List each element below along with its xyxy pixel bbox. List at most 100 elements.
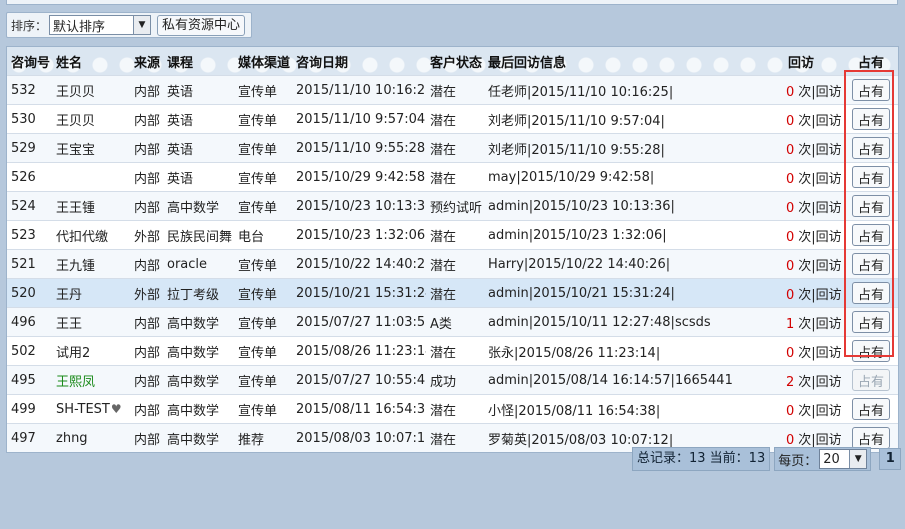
own-button[interactable]: 占有 xyxy=(852,398,890,420)
table-row[interactable]: 499 SH-TEST♥ 内部 高中数学 宣传单 2015/08/11 16:54:38 潜… xyxy=(7,394,898,423)
cell-name-text: 王宝宝 xyxy=(56,142,96,158)
cell-name-text: 试用2 xyxy=(56,345,91,361)
cell-last-visit: Harry|2015/10/22 14:40:26| xyxy=(488,256,671,272)
visit-count: 0 xyxy=(786,142,795,158)
table-row[interactable]: 520 王丹 外部 拉丁考级 宣传单 2015/10/21 15:31:24 潜在 admin… xyxy=(7,278,898,307)
visit-link[interactable]: 次|回访 xyxy=(798,114,841,129)
visit-link[interactable]: 次|回访 xyxy=(798,143,841,158)
own-button[interactable]: 占有 xyxy=(852,253,890,275)
visit-link[interactable]: 次|回访 xyxy=(798,404,841,419)
cell-source: 内部 xyxy=(134,113,161,129)
visit-link[interactable]: 次|回访 xyxy=(798,433,841,448)
chevron-down-icon[interactable]: ▼ xyxy=(133,16,151,34)
header-course[interactable]: 课程 xyxy=(163,52,234,71)
cell-name: 代扣代缴 xyxy=(52,226,130,245)
table-row[interactable]: 532 王贝贝 内部 英语 宣传单 2015/11/10 10:16:25 潜在 任老师|20… xyxy=(7,75,898,104)
header-id[interactable]: 咨询号 xyxy=(7,52,52,71)
cell-course: 英语 xyxy=(167,171,194,187)
cell-source: 内部 xyxy=(134,84,161,100)
sort-select[interactable]: 默认排序 ▼ xyxy=(49,15,152,35)
header-date[interactable]: 咨询日期 xyxy=(292,52,426,71)
own-button[interactable]: 占有 xyxy=(852,79,890,101)
table-row[interactable]: 502 试用2 内部 高中数学 宣传单 2015/08/26 11:23:14 潜在 张永|2… xyxy=(7,336,898,365)
cell-date: 2015/10/21 15:31:24 xyxy=(296,285,426,301)
pager-total: 总记录：13 当前：13 xyxy=(632,447,771,471)
cell-id: 495 xyxy=(11,372,36,388)
cell-name-text: 王王 xyxy=(56,316,83,332)
cell-course: 高中数学 xyxy=(167,432,220,448)
cell-date: 2015/07/27 10:55:45 xyxy=(296,372,426,388)
table-row[interactable]: 495 王熙凤 内部 高中数学 宣传单 2015/07/27 10:55:45 成功 admi… xyxy=(7,365,898,394)
visit-count: 0 xyxy=(786,258,795,274)
table-row[interactable]: 524 王王锺 内部 高中数学 宣传单 2015/10/23 10:13:36 预约试听 ad… xyxy=(7,191,898,220)
cell-date: 2015/08/03 10:07:12 xyxy=(296,430,426,446)
visit-count: 0 xyxy=(786,403,795,419)
visit-link[interactable]: 次|回访 xyxy=(798,317,841,332)
own-button[interactable]: 占有 xyxy=(852,427,890,449)
visit-link[interactable]: 次|回访 xyxy=(798,230,841,245)
cell-media: 宣传单 xyxy=(238,403,278,419)
visit-link[interactable]: 次|回访 xyxy=(798,85,841,100)
table-row[interactable]: 523 代扣代缴 外部 民族民间舞 电台 2015/10/23 1:32:06 潜在 admi… xyxy=(7,220,898,249)
cell-own: 占有 xyxy=(844,137,898,159)
cell-status: 潜在 xyxy=(430,229,457,245)
header-status[interactable]: 客户状态 xyxy=(426,52,484,71)
table-row[interactable]: 530 王贝贝 内部 英语 宣传单 2015/11/10 9:57:04 潜在 刘老师|201… xyxy=(7,104,898,133)
own-button[interactable]: 占有 xyxy=(852,224,890,246)
private-resource-button[interactable]: 私有资源中心 xyxy=(157,14,246,36)
cell-last-visit: admin|2015/10/23 10:13:36| xyxy=(488,198,675,214)
table-row[interactable]: 521 王九锺 内部 oracle 宣传单 2015/10/22 14:40:26 潜在 Ha… xyxy=(7,249,898,278)
own-button[interactable]: 占有 xyxy=(852,340,890,362)
cell-id: 526 xyxy=(11,169,36,185)
cell-name-text: 王九锺 xyxy=(56,258,96,274)
cell-source: 内部 xyxy=(134,316,161,332)
header-source[interactable]: 来源 xyxy=(130,52,163,71)
page-number-1[interactable]: 1 xyxy=(879,448,902,470)
own-button[interactable]: 占有 xyxy=(852,108,890,130)
cell-id: 497 xyxy=(11,430,36,446)
own-button[interactable]: 占有 xyxy=(852,282,890,304)
per-page-select[interactable]: 20 ▼ xyxy=(819,449,868,469)
visit-count: 0 xyxy=(786,200,795,216)
cell-source: 内部 xyxy=(134,142,161,158)
cell-visit: 0 次|回访 xyxy=(782,400,844,419)
cell-id: 499 xyxy=(11,401,36,417)
cell-name: 王熙凤 xyxy=(52,371,130,390)
cell-media: 电台 xyxy=(238,229,265,245)
visit-link[interactable]: 次|回访 xyxy=(798,346,841,361)
table-row[interactable]: 526 内部 英语 宣传单 2015/10/29 9:42:58 潜在 may|2015/1… xyxy=(7,162,898,191)
cell-last-visit: admin|2015/10/11 12:27:48|scsds xyxy=(488,314,711,330)
own-button[interactable]: 占有 xyxy=(852,195,890,217)
header-own[interactable]: 占有 xyxy=(844,52,898,71)
heart-icon: ♥ xyxy=(110,401,122,416)
cell-own: 占有 xyxy=(844,253,898,275)
visit-link[interactable]: 次|回访 xyxy=(798,375,841,390)
consult-table: 咨询号 姓名 来源 课程 媒体渠道 咨询日期 客户状态 最后回访信息 回访 占有… xyxy=(6,46,899,453)
cell-date: 2015/11/10 9:57:04 xyxy=(296,111,426,127)
header-last-visit[interactable]: 最后回访信息 xyxy=(484,52,782,71)
header-media[interactable]: 媒体渠道 xyxy=(234,52,292,71)
visit-link[interactable]: 次|回访 xyxy=(798,288,841,303)
cell-last-visit: admin|2015/08/14 16:14:57|1665441 xyxy=(488,372,733,388)
table-row[interactable]: 529 王宝宝 内部 英语 宣传单 2015/11/10 9:55:28 潜在 刘老师|201… xyxy=(7,133,898,162)
cell-visit: 0 次|回访 xyxy=(782,110,844,129)
chevron-down-icon[interactable]: ▼ xyxy=(849,450,867,468)
own-button[interactable]: 占有 xyxy=(852,166,890,188)
cell-id: 524 xyxy=(11,198,36,214)
cell-course: 英语 xyxy=(167,84,194,100)
header-visit[interactable]: 回访 xyxy=(782,52,844,71)
visit-link[interactable]: 次|回访 xyxy=(798,172,841,187)
cell-id: 521 xyxy=(11,256,36,272)
cell-last-visit: may|2015/10/29 9:42:58| xyxy=(488,169,655,185)
header-name[interactable]: 姓名 xyxy=(52,52,130,71)
cell-media: 宣传单 xyxy=(238,171,278,187)
own-button[interactable]: 占有 xyxy=(852,137,890,159)
table-row[interactable]: 496 王王 内部 高中数学 宣传单 2015/07/27 11:03:53 A类 admin… xyxy=(7,307,898,336)
cell-status: 潜在 xyxy=(430,287,457,303)
sort-select-value: 默认排序 xyxy=(53,19,106,35)
visit-link[interactable]: 次|回访 xyxy=(798,259,841,274)
visit-link[interactable]: 次|回访 xyxy=(798,201,841,216)
cell-media: 宣传单 xyxy=(238,113,278,129)
own-button[interactable]: 占有 xyxy=(852,311,890,333)
cell-media: 宣传单 xyxy=(238,142,278,158)
